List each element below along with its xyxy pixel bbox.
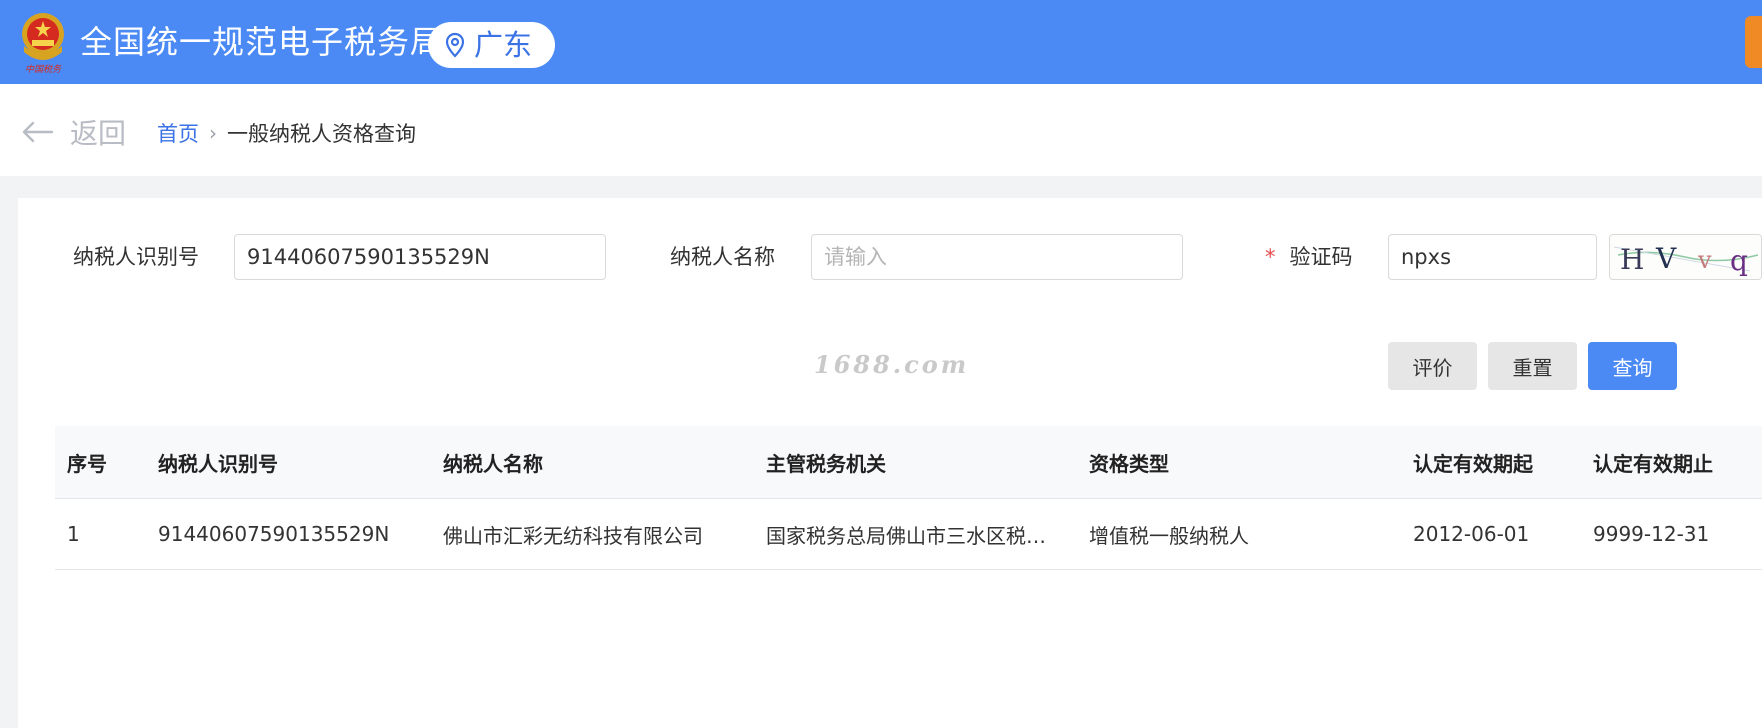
query-card: 纳税人识别号 纳税人名称 * 验证码 H V v q 1688.com 评价 重置… xyxy=(18,198,1762,728)
breadcrumb-current: 一般纳税人资格查询 xyxy=(227,122,416,146)
cell-index: 1 xyxy=(67,522,80,546)
cell-taxpayer-name: 佛山市汇彩无纺科技有限公司 xyxy=(443,523,703,548)
column-header-taxpayer-name: 纳税人名称 xyxy=(443,451,543,476)
column-header-taxpayer-id: 纳税人识别号 xyxy=(158,451,278,476)
column-header-valid-from: 认定有效期起 xyxy=(1413,451,1533,476)
cell-valid-to: 9999-12-31 xyxy=(1593,522,1710,546)
breadcrumb: 首页 › 一般纳税人资格查询 xyxy=(157,118,416,148)
column-header-index: 序号 xyxy=(67,451,107,476)
column-header-qualification-type: 资格类型 xyxy=(1089,451,1169,476)
taxpayer-name-label: 纳税人名称 xyxy=(670,245,775,269)
svg-text:中国税务: 中国税务 xyxy=(25,64,62,75)
cell-taxpayer-id: 91440607590135529N xyxy=(158,522,390,546)
side-tab[interactable] xyxy=(1745,16,1762,68)
required-mark: * xyxy=(1265,245,1276,269)
column-header-valid-to: 认定有效期止 xyxy=(1593,451,1713,476)
captcha-input[interactable] xyxy=(1388,234,1597,280)
breadcrumb-bar: 返回 首页 › 一般纳税人资格查询 xyxy=(0,84,1762,176)
watermark: 1688.com xyxy=(814,350,970,379)
region-selector[interactable]: 广东 xyxy=(428,22,555,68)
cell-qualification-type: 增值税一般纳税人 xyxy=(1089,523,1249,548)
captcha-label: 验证码 xyxy=(1289,245,1353,269)
location-pin-icon xyxy=(445,32,465,58)
cell-tax-authority: 国家税务总局佛山市三水区税… xyxy=(766,523,1046,548)
column-header-tax-authority: 主管税务机关 xyxy=(766,451,886,476)
svg-text:v: v xyxy=(1697,246,1712,274)
table-header: 序号 纳税人识别号 纳税人名称 主管税务机关 资格类型 认定有效期起 认定有效期… xyxy=(55,426,1762,499)
evaluate-button[interactable]: 评价 xyxy=(1388,342,1477,390)
svg-text:H: H xyxy=(1620,243,1644,276)
taxpayer-name-input[interactable] xyxy=(811,234,1183,280)
result-table: 序号 纳税人识别号 纳税人名称 主管税务机关 资格类型 认定有效期起 认定有效期… xyxy=(55,426,1762,570)
reset-button[interactable]: 重置 xyxy=(1488,342,1577,390)
breadcrumb-home-link[interactable]: 首页 xyxy=(157,118,199,148)
svg-text:q: q xyxy=(1730,244,1748,277)
svg-text:V: V xyxy=(1655,242,1677,275)
site-title: 全国统一规范电子税务局 xyxy=(80,23,444,61)
back-button[interactable]: 返回 xyxy=(20,114,126,150)
query-button[interactable]: 查询 xyxy=(1588,342,1677,390)
table-row[interactable]: 1 91440607590135529N 佛山市汇彩无纺科技有限公司 国家税务总… xyxy=(55,499,1762,570)
taxpayer-id-input[interactable] xyxy=(234,234,606,280)
arrow-left-icon xyxy=(22,121,54,143)
breadcrumb-separator: › xyxy=(209,121,217,145)
top-header-bar: 中国税务 全国统一规范电子税务局 广东 xyxy=(0,0,1762,84)
captcha-label-group: * 验证码 xyxy=(1265,242,1353,272)
cell-valid-from: 2012-06-01 xyxy=(1413,522,1530,546)
national-emblem-icon: 中国税务 xyxy=(22,13,64,75)
back-label: 返回 xyxy=(70,117,127,150)
taxpayer-id-label: 纳税人识别号 xyxy=(73,245,199,269)
region-label: 广东 xyxy=(474,28,533,62)
captcha-image[interactable]: H V v q xyxy=(1609,234,1762,280)
